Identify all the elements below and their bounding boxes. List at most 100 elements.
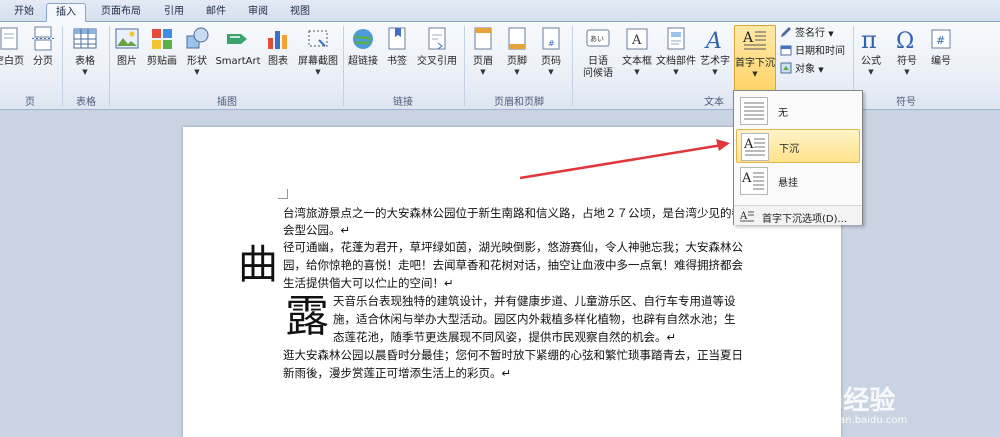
pi-icon: π [858, 26, 884, 54]
svg-text:あい: あい [590, 35, 604, 43]
svg-text:Ω: Ω [896, 29, 914, 52]
textbox-icon: A [624, 26, 650, 52]
tab-insert[interactable]: 插入 [46, 3, 86, 22]
bookmark-icon [384, 26, 410, 52]
document-parts-icon [663, 26, 689, 52]
drop-cap-menu: 无 A 下沉 A 悬挂 A 首字下沉选项(D)... [733, 90, 863, 225]
blank-page-icon [0, 26, 22, 52]
cross-reference-button[interactable]: 交叉引用 [414, 24, 460, 88]
tab-view[interactable]: 视图 [282, 3, 318, 22]
clipart-button[interactable]: 剪贴画 [144, 24, 180, 88]
blank-page-button[interactable]: 空白页 [0, 24, 26, 88]
greeting-icon: あい [585, 26, 611, 52]
drop-cap-options-item[interactable]: A 首字下沉选项(D)... [734, 205, 862, 225]
svg-text:A: A [742, 30, 754, 46]
margin-corner-mark [278, 189, 288, 199]
footer-button[interactable]: 页脚 ▼ [502, 24, 532, 88]
cross-reference-icon [424, 26, 450, 52]
tab-references[interactable]: 引用 [156, 3, 192, 22]
group-separator [464, 26, 465, 106]
greeting-button[interactable]: あい 日语 问候语 [576, 24, 620, 88]
hyperlink-button[interactable]: 超链接 [346, 24, 380, 88]
tab-mailings[interactable]: 邮件 [198, 3, 234, 22]
smartart-icon [225, 26, 251, 52]
drop-cap-button[interactable]: A 首字下沉 ▼ [734, 25, 776, 92]
table-button[interactable]: 表格 ▼ [68, 24, 102, 88]
drop-cap-letter: 曲 [238, 242, 278, 288]
margin-cap-icon: A [740, 167, 768, 195]
drop-cap-options-icon: A [739, 209, 754, 226]
paragraph-line: 生活提供偕大可以伫止的空间！↵ [283, 276, 454, 290]
svg-text:A: A [740, 211, 748, 222]
group-separator [572, 26, 573, 106]
group-label-illustrations: 插图 [217, 97, 237, 108]
group-label-pages: 页 [25, 97, 35, 108]
paragraph-line: 天音乐台表现独特的建筑设计，并有健康步道、儿童游乐区、自行车专用道等设 [333, 294, 736, 308]
paragraph-line: 会型公园。↵ [283, 223, 351, 237]
tab-home[interactable]: 开始 [8, 3, 40, 22]
table-icon [72, 26, 98, 52]
header-button[interactable]: 页眉 ▼ [468, 24, 498, 88]
object-icon [780, 62, 792, 74]
drop-cap-option-dropped[interactable]: A 下沉 [736, 129, 860, 163]
chevron-down-icon: ▼ [828, 30, 834, 38]
page-break-button[interactable]: 分页 [28, 24, 58, 88]
chevron-down-icon: ▼ [752, 70, 758, 78]
wordart-icon: A [702, 26, 728, 54]
numbering-icon: # [928, 26, 954, 52]
clipart-icon [149, 26, 175, 52]
chevron-down-icon: ▼ [868, 68, 874, 76]
tab-page-layout[interactable]: 页面布局 [92, 3, 150, 22]
svg-text:A: A [743, 137, 754, 152]
page-number-icon: # [538, 26, 564, 52]
object-button[interactable]: 对象 ▼ [780, 62, 824, 77]
group-label-tables: 表格 [76, 97, 96, 108]
svg-text:A: A [704, 29, 722, 52]
group-label-header-footer: 页眉和页脚 [494, 97, 544, 108]
chevron-down-icon: ▼ [82, 68, 88, 76]
chevron-down-icon: ▼ [904, 68, 910, 76]
svg-text:A: A [741, 171, 752, 186]
paragraph-line: 径可通幽，花蓬为君开，草坪绿如茵，湖光映倒影，悠游赛仙，令人神驰忘我；大安森林公 [283, 240, 743, 254]
textbox-button[interactable]: A 文本框 ▼ [620, 24, 654, 88]
smartart-button[interactable]: SmartArt [214, 24, 262, 88]
group-label-symbols: 符号 [896, 97, 916, 108]
chevron-down-icon: ▼ [480, 68, 486, 76]
group-label-links: 链接 [393, 97, 413, 108]
svg-text:A: A [631, 33, 642, 48]
tab-review[interactable]: 审阅 [240, 3, 276, 22]
document-parts-button[interactable]: 文档部件 ▼ [656, 24, 696, 88]
shapes-button[interactable]: 形状 ▼ [182, 24, 212, 88]
baidu-watermark: Baidu经验 [760, 386, 896, 416]
paragraph-line: 台湾旅游景点之一的大安森林公园位于新生南路和信义路，占地２７公顷，是台湾少见的都 [283, 206, 743, 220]
hyperlink-icon [350, 26, 376, 52]
screenshot-icon [305, 26, 331, 52]
picture-button[interactable]: 图片 [112, 24, 142, 88]
no-drop-cap-icon [740, 97, 768, 125]
paragraph-line: 新雨後，漫步赏莲正可增添生活上的彩页。↵ [283, 366, 512, 380]
drop-cap-option-none[interactable]: 无 [736, 94, 860, 128]
paragraph-line: 态莲花池，随季节更迭展现不同风姿，提供市民观察自然的机会。↵ [333, 330, 677, 344]
chevron-down-icon: ▼ [194, 68, 200, 76]
page-number-button[interactable]: # 页码 ▼ [536, 24, 566, 88]
drop-cap-letter: 露 [285, 291, 329, 342]
chevron-down-icon: ▼ [712, 68, 718, 76]
dropped-cap-icon: A [741, 133, 769, 161]
picture-icon [114, 26, 140, 52]
svg-text:π: π [861, 26, 877, 52]
equation-button[interactable]: π 公式 ▼ [856, 24, 886, 88]
svg-text:#: # [936, 34, 945, 47]
chart-button[interactable]: 图表 [264, 24, 292, 88]
symbol-button[interactable]: Ω 符号 ▼ [892, 24, 922, 88]
bookmark-button[interactable]: 书签 [382, 24, 412, 88]
screenshot-button[interactable]: 屏幕截图 ▼ [294, 24, 342, 88]
omega-icon: Ω [894, 26, 920, 54]
signature-line-button[interactable]: 签名行 ▼ [780, 26, 834, 41]
wordart-button[interactable]: A 艺术字 ▼ [698, 24, 732, 88]
group-separator [343, 26, 344, 106]
drop-cap-option-in-margin[interactable]: A 悬挂 [736, 164, 860, 198]
date-time-button[interactable]: 日期和时间 [780, 44, 845, 59]
chevron-down-icon: ▼ [548, 68, 554, 76]
numbering-button[interactable]: # 编号 [926, 24, 956, 88]
drop-cap-icon: A [742, 28, 768, 54]
